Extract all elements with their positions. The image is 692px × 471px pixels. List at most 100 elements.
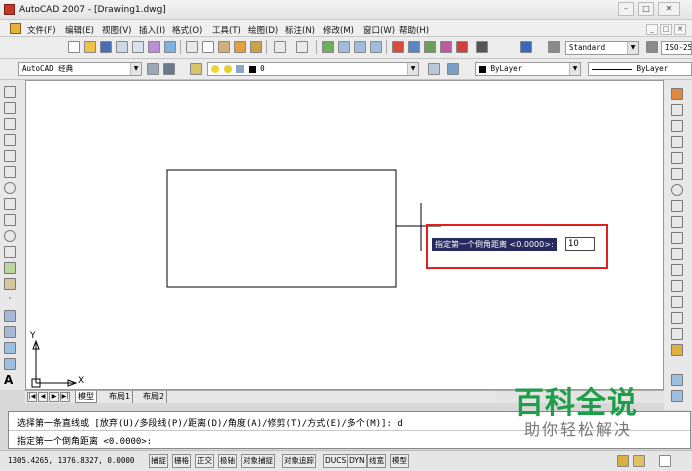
rotate-icon[interactable] bbox=[671, 184, 683, 196]
tab-last-button[interactable]: ▶| bbox=[60, 392, 70, 402]
paste-icon[interactable] bbox=[218, 41, 230, 53]
make-object-layer-current-icon[interactable] bbox=[428, 63, 440, 75]
help-icon[interactable] bbox=[520, 41, 532, 53]
multiline-text-icon[interactable]: A bbox=[4, 374, 16, 386]
autocad-app-icon[interactable] bbox=[4, 4, 15, 15]
make-block-icon[interactable] bbox=[4, 278, 16, 290]
model-button[interactable]: 模型 bbox=[390, 454, 409, 468]
trim-icon[interactable] bbox=[671, 232, 683, 244]
workspace-settings-icon[interactable] bbox=[147, 63, 159, 75]
lock-toolbar-icon[interactable] bbox=[633, 455, 645, 467]
open-icon[interactable] bbox=[84, 41, 96, 53]
tab-model[interactable]: 模型 bbox=[75, 391, 97, 403]
join-icon[interactable] bbox=[671, 296, 683, 308]
zoom-realtime-icon[interactable] bbox=[338, 41, 350, 53]
offset-icon[interactable] bbox=[671, 136, 683, 148]
workspace-select[interactable]: AutoCAD 经典 ▼ bbox=[18, 62, 142, 76]
color-select[interactable]: ByLayer ▼ bbox=[475, 62, 581, 76]
menu-edit[interactable]: 编辑(E) bbox=[65, 24, 94, 36]
calculator-icon[interactable] bbox=[476, 41, 488, 53]
linetype-select[interactable]: ByLayer bbox=[588, 62, 692, 76]
table-icon[interactable] bbox=[4, 358, 16, 370]
insert-block-icon[interactable] bbox=[4, 262, 16, 274]
tab-first-button[interactable]: |◀ bbox=[27, 392, 37, 402]
region-icon[interactable] bbox=[4, 342, 16, 354]
chamfer-icon[interactable] bbox=[671, 312, 683, 324]
design-center-icon[interactable] bbox=[408, 41, 420, 53]
snap-button[interactable]: 捕捉 bbox=[149, 454, 168, 468]
polygon-icon[interactable] bbox=[4, 134, 16, 146]
zoom-window-icon[interactable] bbox=[354, 41, 366, 53]
tab-next-button[interactable]: ▶ bbox=[49, 392, 59, 402]
ellipse-icon[interactable] bbox=[4, 230, 16, 242]
explode-icon[interactable] bbox=[671, 344, 683, 356]
layer-manager-icon[interactable] bbox=[190, 63, 202, 75]
draw-order-icon[interactable] bbox=[671, 374, 683, 386]
tab-layout1[interactable]: 布局1 bbox=[107, 391, 134, 403]
mdi-restore-button[interactable]: □ bbox=[660, 24, 672, 35]
lineweight-button[interactable]: 线宽 bbox=[367, 454, 386, 468]
rectangle-icon[interactable] bbox=[4, 150, 16, 162]
minimize-button[interactable]: – bbox=[618, 2, 634, 16]
gradient-icon[interactable] bbox=[4, 326, 16, 338]
arc-icon[interactable] bbox=[4, 166, 16, 178]
pan-icon[interactable] bbox=[322, 41, 334, 53]
tool-palettes-icon[interactable] bbox=[424, 41, 436, 53]
osnap-button[interactable]: 对象捕捉 bbox=[241, 454, 275, 468]
workspace-save-icon[interactable] bbox=[163, 63, 175, 75]
match-properties-icon[interactable] bbox=[234, 41, 246, 53]
polyline-icon[interactable] bbox=[4, 118, 16, 130]
otrack-button[interactable]: 对象追踪 bbox=[282, 454, 316, 468]
drawing-canvas[interactable]: Y X 指定第一个倒角距离 <0.0000>: 10 bbox=[25, 80, 664, 390]
menu-view[interactable]: 视图(V) bbox=[102, 24, 131, 36]
block-editor-icon[interactable] bbox=[250, 41, 262, 53]
polar-button[interactable]: 极轴 bbox=[218, 454, 237, 468]
tab-prev-button[interactable]: ◀ bbox=[38, 392, 48, 402]
break-at-point-icon[interactable] bbox=[671, 264, 683, 276]
document-icon[interactable] bbox=[10, 23, 21, 34]
new-icon[interactable] bbox=[68, 41, 80, 53]
move-icon[interactable] bbox=[671, 168, 683, 180]
dim-style-select[interactable]: ISO-25 bbox=[661, 41, 692, 55]
menu-window[interactable]: 窗口(W) bbox=[363, 24, 395, 36]
mdi-minimize-button[interactable]: _ bbox=[646, 24, 658, 35]
zoom-previous-icon[interactable] bbox=[370, 41, 382, 53]
menu-draw[interactable]: 绘图(D) bbox=[248, 24, 278, 36]
fillet-icon[interactable] bbox=[671, 328, 683, 340]
array-icon[interactable] bbox=[671, 152, 683, 164]
preview-icon[interactable] bbox=[132, 41, 144, 53]
undo-icon[interactable] bbox=[274, 41, 286, 53]
dynamic-input-field[interactable]: 10 bbox=[565, 237, 595, 251]
print-icon[interactable] bbox=[116, 41, 128, 53]
hatch-icon[interactable] bbox=[4, 310, 16, 322]
layer-previous-icon[interactable] bbox=[447, 63, 459, 75]
redo-icon[interactable] bbox=[296, 41, 308, 53]
sheet-set-icon[interactable] bbox=[440, 41, 452, 53]
construction-line-icon[interactable] bbox=[4, 102, 16, 114]
menu-format[interactable]: 格式(O) bbox=[172, 24, 202, 36]
ellipse-arc-icon[interactable] bbox=[4, 246, 16, 258]
text-style-icon[interactable] bbox=[548, 41, 560, 53]
close-button[interactable]: ✕ bbox=[658, 2, 680, 16]
menu-dimension[interactable]: 标注(N) bbox=[285, 24, 315, 36]
text-style-select[interactable]: Standard ▼ bbox=[565, 41, 639, 55]
publish-icon[interactable] bbox=[148, 41, 160, 53]
extend-icon[interactable] bbox=[671, 248, 683, 260]
command-prompt-line[interactable]: 指定第一个倒角距离 <0.0000>: bbox=[17, 434, 152, 447]
clean-screen-icon[interactable] bbox=[659, 455, 671, 467]
markup-icon[interactable] bbox=[456, 41, 468, 53]
circle-icon[interactable] bbox=[4, 182, 16, 194]
drawn-rectangle[interactable] bbox=[166, 169, 397, 288]
mirror-icon[interactable] bbox=[671, 120, 683, 132]
maximize-button[interactable]: □ bbox=[638, 2, 654, 16]
copy-object-icon[interactable] bbox=[671, 104, 683, 116]
tab-layout2[interactable]: 布局2 bbox=[141, 391, 168, 403]
mdi-close-button[interactable]: ✕ bbox=[674, 24, 686, 35]
ducs-button[interactable]: DUCS bbox=[323, 454, 349, 468]
break-icon[interactable] bbox=[671, 280, 683, 292]
menu-file[interactable]: 文件(F) bbox=[27, 24, 56, 36]
stretch-icon[interactable] bbox=[671, 216, 683, 228]
3d-dwf-icon[interactable] bbox=[164, 41, 176, 53]
menu-modify[interactable]: 修改(M) bbox=[323, 24, 354, 36]
point-icon[interactable]: · bbox=[4, 294, 16, 306]
